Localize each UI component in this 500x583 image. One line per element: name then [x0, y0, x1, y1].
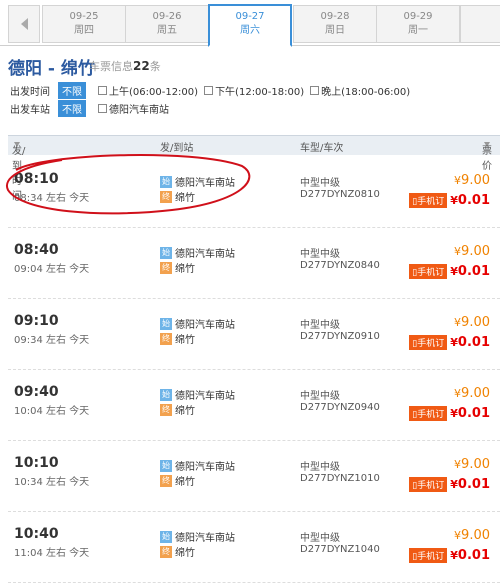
mobile-order-price[interactable]: ▯手机订 ¥0.01: [409, 477, 490, 492]
checkbox-icon: [98, 103, 107, 113]
date-tab-0927[interactable]: 09-27 周六: [208, 4, 292, 47]
end-tag-icon: 终: [160, 332, 172, 345]
departure-time: 08:40: [14, 242, 59, 258]
route-info: 车票信息22条: [89, 59, 161, 73]
date-tab-0928[interactable]: 09-28 周日: [293, 5, 377, 43]
ticket-price: ¥9.00: [454, 457, 490, 472]
table-row[interactable]: 09:10 09:34 左右 今天 始 德阳汽车南站 终 绵竹 中型中级 D27…: [8, 299, 500, 370]
ticket-price: ¥9.00: [454, 315, 490, 330]
date-strip: 09-25 周四 09-26 周五 09-27 周六 09-28 周日 09-2…: [0, 0, 500, 47]
bus-type: 中型中级: [300, 178, 340, 189]
mobile-order-price[interactable]: ▯手机订 ¥0.01: [409, 264, 490, 279]
departure-time: 10:10: [14, 455, 59, 471]
start-tag-icon: 始: [160, 246, 172, 259]
bus-code: D277DYNZ0810: [300, 189, 380, 200]
time-unlimited-button[interactable]: 不限: [58, 81, 86, 99]
time-evening-checkbox[interactable]: 晚上(18:00-06:00): [310, 83, 410, 98]
filter-departure-station: 出发车站 不限 德阳汽车南站: [10, 99, 175, 117]
prev-date-button[interactable]: [8, 5, 40, 43]
table-row[interactable]: 08:10 08:34 左右 今天 始 德阳汽车南站 终 绵竹 中型中级 D27…: [8, 157, 500, 228]
chevron-left-icon: [20, 18, 28, 30]
bus-type: 中型中级: [300, 320, 340, 331]
start-tag-icon: 始: [160, 317, 172, 330]
mobile-order-badge[interactable]: ▯手机订: [409, 477, 448, 492]
from-station: 始 德阳汽车南站: [160, 530, 235, 544]
mobile-order-badge[interactable]: ▯手机订: [409, 193, 448, 208]
checkbox-icon: [98, 85, 107, 95]
from-station: 始 德阳汽车南站: [160, 459, 235, 473]
end-tag-icon: 终: [160, 545, 172, 558]
bus-code: D277DYNZ1010: [300, 473, 380, 484]
departure-time: 08:10: [14, 171, 59, 187]
checkbox-icon: [204, 85, 214, 95]
start-tag-icon: 始: [160, 388, 172, 401]
mobile-order-price[interactable]: ▯手机订 ¥0.01: [409, 406, 490, 421]
start-tag-icon: 始: [160, 459, 172, 472]
date-tab-next[interactable]: [460, 5, 500, 43]
time-morning-checkbox[interactable]: 上午(06:00-12:00): [98, 83, 198, 98]
bus-type: 中型中级: [300, 462, 340, 473]
end-tag-icon: 终: [160, 261, 172, 274]
sort-by-price[interactable]: 票价: [482, 139, 492, 172]
table-row[interactable]: 10:40 11:04 左右 今天 始 德阳汽车南站 终 绵竹 中型中级 D27…: [8, 512, 500, 583]
time-afternoon-checkbox[interactable]: 下午(12:00-18:00): [204, 83, 304, 98]
mobile-order-badge[interactable]: ▯手机订: [409, 548, 448, 563]
mobile-order-badge[interactable]: ▯手机订: [409, 335, 448, 350]
filter-departure-time: 出发时间 不限 上午(06:00-12:00) 下午(12:00-18:00) …: [10, 81, 416, 99]
table-row[interactable]: 09:40 10:04 左右 今天 始 德阳汽车南站 终 绵竹 中型中级 D27…: [8, 370, 500, 441]
bus-type: 中型中级: [300, 533, 340, 544]
end-tag-icon: 终: [160, 474, 172, 487]
to-station: 终 绵竹: [160, 190, 195, 204]
end-tag-icon: 终: [160, 190, 172, 203]
mobile-order-price[interactable]: ▯手机订 ¥0.01: [409, 548, 490, 563]
table-row[interactable]: 08:40 09:04 左右 今天 始 德阳汽车南站 终 绵竹 中型中级 D27…: [8, 228, 500, 299]
from-station: 始 德阳汽车南站: [160, 317, 235, 331]
ticket-price: ¥9.00: [454, 244, 490, 259]
from-station: 始 德阳汽车南站: [160, 175, 235, 189]
departure-time: 10:40: [14, 526, 59, 542]
checkbox-icon: [310, 85, 320, 95]
arrival-time: 08:34 左右 今天: [14, 193, 90, 204]
ticket-count: 22: [133, 59, 150, 73]
to-station: 终 绵竹: [160, 545, 195, 559]
departure-time: 09:40: [14, 384, 59, 400]
to-station: 终 绵竹: [160, 474, 195, 488]
station-deyang-south-checkbox[interactable]: 德阳汽车南站: [98, 101, 169, 116]
arrival-time: 09:04 左右 今天: [14, 264, 90, 275]
date-tab-0929[interactable]: 09-29 周一: [376, 5, 460, 43]
mobile-order-price[interactable]: ▯手机订 ¥0.01: [409, 193, 490, 208]
bus-type: 中型中级: [300, 391, 340, 402]
bus-code: D277DYNZ1040: [300, 544, 380, 555]
to-station: 终 绵竹: [160, 332, 195, 346]
bus-code: D277DYNZ0910: [300, 331, 380, 342]
mobile-order-badge[interactable]: ▯手机订: [409, 264, 448, 279]
mobile-order-badge[interactable]: ▯手机订: [409, 406, 448, 421]
ticket-price: ¥9.00: [454, 173, 490, 188]
end-tag-icon: 终: [160, 403, 172, 416]
ticket-price: ¥9.00: [454, 528, 490, 543]
arrival-time: 10:34 左右 今天: [14, 477, 90, 488]
bus-code: D277DYNZ0840: [300, 260, 380, 271]
mobile-order-price[interactable]: ▯手机订 ¥0.01: [409, 335, 490, 350]
departure-time: 09:10: [14, 313, 59, 329]
from-station: 始 德阳汽车南站: [160, 388, 235, 402]
start-tag-icon: 始: [160, 530, 172, 543]
route-title: 德阳 - 绵竹: [8, 59, 95, 79]
station-unlimited-button[interactable]: 不限: [58, 99, 86, 117]
to-station: 终 绵竹: [160, 261, 195, 275]
start-tag-icon: 始: [160, 175, 172, 188]
bus-code: D277DYNZ0940: [300, 402, 380, 413]
from-station: 始 德阳汽车南站: [160, 246, 235, 260]
table-row[interactable]: 10:10 10:34 左右 今天 始 德阳汽车南站 终 绵竹 中型中级 D27…: [8, 441, 500, 512]
arrival-time: 09:34 左右 今天: [14, 335, 90, 346]
bus-type: 中型中级: [300, 249, 340, 260]
sort-by-time[interactable]: 发/到时间: [12, 139, 25, 202]
date-tab-0925[interactable]: 09-25 周四: [42, 5, 126, 43]
ticket-price: ¥9.00: [454, 386, 490, 401]
table-header: 发/到时间 发/到站 车型/车次 票价: [8, 135, 500, 202]
to-station: 终 绵竹: [160, 403, 195, 417]
arrival-time: 10:04 左右 今天: [14, 406, 90, 417]
date-tab-0926[interactable]: 09-26 周五: [125, 5, 209, 43]
arrival-time: 11:04 左右 今天: [14, 548, 90, 559]
